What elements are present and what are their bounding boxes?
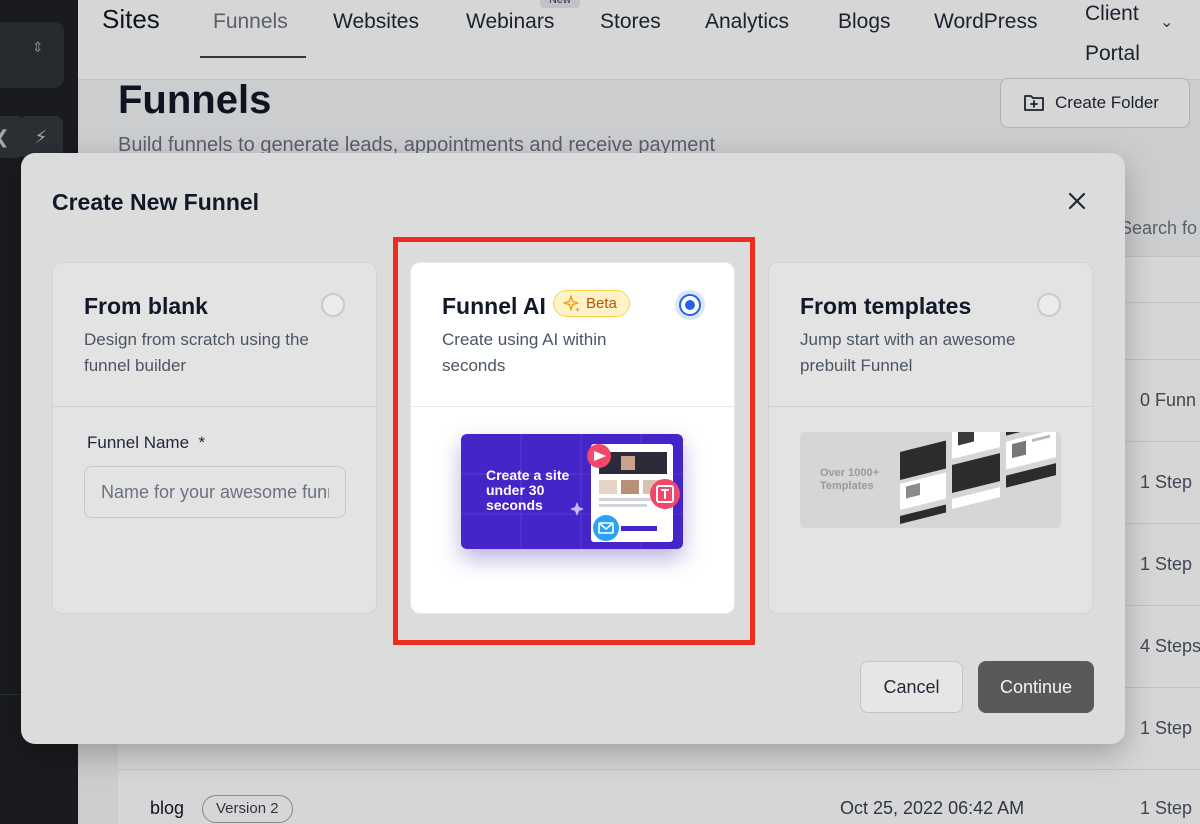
highlight-frame xyxy=(393,237,755,645)
radio-from-templates[interactable] xyxy=(1037,293,1061,317)
option-description: Jump start with an awesome prebuilt Funn… xyxy=(800,330,1016,375)
option-title: From templates xyxy=(800,293,972,319)
option-title: From blank xyxy=(84,293,208,319)
modal-title: Create New Funnel xyxy=(52,189,260,215)
templates-preview-image: Over 1000+ Templates xyxy=(800,432,1061,528)
cancel-button[interactable]: Cancel xyxy=(860,661,963,713)
close-button[interactable] xyxy=(1063,187,1091,215)
close-icon xyxy=(1068,192,1086,210)
radio-from-blank[interactable] xyxy=(321,293,345,317)
continue-button[interactable]: Continue xyxy=(978,661,1094,713)
funnel-name-label: Funnel Name * xyxy=(87,433,206,452)
card-divider xyxy=(769,406,1092,407)
card-divider xyxy=(53,406,376,407)
create-funnel-modal: Create New Funnel From blank Design from… xyxy=(21,153,1125,744)
option-from-blank[interactable]: From blank Design from scratch using the… xyxy=(52,262,377,614)
option-description: Design from scratch using the funnel bui… xyxy=(84,330,309,375)
templates-preview-text: Over 1000+ Templates xyxy=(820,467,880,492)
option-from-templates[interactable]: From templates Jump start with an awesom… xyxy=(768,262,1093,614)
funnel-name-input[interactable] xyxy=(84,466,346,518)
